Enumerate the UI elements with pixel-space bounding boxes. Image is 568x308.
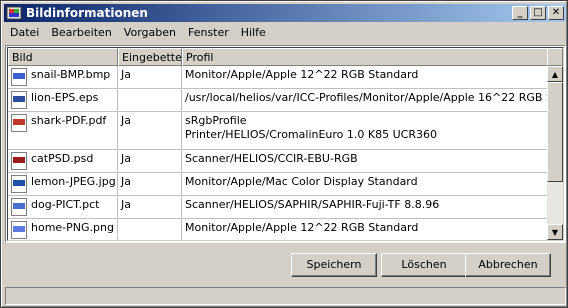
cell-profile: Monitor/Apple/Apple 12^22 RGB Standard (182, 219, 548, 240)
title-bar[interactable]: Bildinformationen _ □ ✕ (4, 4, 566, 22)
profile-text-secondary: Printer/HELIOS/CromalinEuro 1.0 K85 UCR3… (185, 128, 437, 141)
menu-bar: Datei Bearbeiten Vorgaben Fenster Hilfe (4, 23, 566, 42)
scroll-up-button[interactable]: ▲ (547, 66, 563, 82)
cell-profile: sRgbProfile Printer/HELIOS/CromalinEuro 1… (182, 112, 548, 149)
eps-file-icon (11, 91, 27, 109)
profile-text: Scanner/HELIOS/SAPHIR/SAPHIR-Fuji-TF 8.8… (185, 198, 440, 211)
table-row[interactable]: lion-EPS.eps/usr/local/helios/var/ICC-Pr… (8, 89, 548, 112)
minimize-button[interactable]: _ (512, 6, 528, 20)
image-table: Bild Eingebettet Profil snail-BMP.bmp Ja M… (5, 45, 566, 243)
pict-file-icon (11, 198, 27, 216)
header-corner (547, 48, 563, 66)
close-button[interactable]: ✕ (548, 6, 564, 20)
table-row[interactable]: shark-PDF.pdf Ja sRgbProfile Printer/HELIOS… (8, 112, 548, 150)
cell-bild: catPSD.psd (8, 150, 118, 172)
table-header: Bild Eingebettet Profil (8, 48, 548, 66)
table-body: snail-BMP.bmp Ja Monitor/Apple/Apple 12^22… (8, 66, 548, 240)
cell-bild: dog-PICT.pct (8, 196, 118, 218)
psd-file-icon (11, 152, 27, 170)
cell-embedded (118, 89, 182, 111)
pdf-file-icon (11, 114, 27, 132)
cell-embedded: Ja (118, 173, 182, 195)
delete-button[interactable]: Löschen (381, 253, 467, 277)
maximize-button[interactable]: □ (530, 6, 546, 20)
cancel-button[interactable]: Abbrechen (465, 253, 551, 277)
vertical-scrollbar[interactable]: ▲ ▼ (547, 66, 563, 240)
menu-vorgaben[interactable]: Vorgaben (118, 23, 182, 42)
file-name: catPSD.psd (31, 152, 94, 165)
profile-text: sRgbProfile (185, 114, 247, 127)
cell-embedded (118, 219, 182, 240)
column-header-bild[interactable]: Bild (8, 48, 118, 66)
cell-embedded: Ja (118, 66, 182, 88)
profile-text: /usr/local/helios/var/ICC-Profiles/Monit… (185, 91, 548, 104)
cell-embedded: Ja (118, 196, 182, 218)
profile-text: Monitor/Apple/Apple 12^22 RGB Standard (185, 221, 419, 234)
file-name: dog-PICT.pct (31, 198, 100, 211)
png-file-icon (11, 221, 27, 239)
table-row[interactable]: lemon-JPEG.jpg Ja Monitor/Apple/Mac Color … (8, 173, 548, 196)
jpeg-file-icon (11, 175, 27, 193)
cell-profile: Scanner/HELIOS/CCIR-EBU-RGB (182, 150, 548, 172)
profile-text: Monitor/Apple/Apple 12^22 RGB Standard (185, 68, 419, 81)
app-icon (6, 5, 22, 21)
file-name: lemon-JPEG.jpg (31, 175, 116, 188)
profile-text: Scanner/HELIOS/CCIR-EBU-RGB (185, 152, 358, 165)
dialog-window: Bildinformationen _ □ ✕ Datei Bearbeiten… (0, 0, 568, 308)
profile-text: Monitor/Apple/Mac Color Display Standard (185, 175, 418, 188)
menu-hilfe[interactable]: Hilfe (235, 23, 272, 42)
file-name: lion-EPS.eps (31, 91, 99, 104)
table-row[interactable]: snail-BMP.bmp Ja Monitor/Apple/Apple 12^22… (8, 66, 548, 89)
file-name: snail-BMP.bmp (31, 68, 111, 81)
cell-bild: home-PNG.png (8, 219, 118, 240)
menu-fenster[interactable]: Fenster (182, 23, 235, 42)
cell-profile: Monitor/Apple/Apple 12^22 RGB Standard (182, 66, 548, 88)
status-bar (5, 287, 566, 305)
scroll-down-button[interactable]: ▼ (547, 224, 563, 240)
column-header-eingebettet[interactable]: Eingebettet (118, 48, 182, 66)
cell-bild: lemon-JPEG.jpg (8, 173, 118, 195)
file-name: home-PNG.png (31, 221, 114, 234)
menu-bearbeiten[interactable]: Bearbeiten (45, 23, 117, 42)
cell-embedded: Ja (118, 112, 182, 149)
menu-datei[interactable]: Datei (4, 23, 45, 42)
table-row[interactable]: dog-PICT.pct Ja Scanner/HELIOS/SAPHIR/SAPH… (8, 196, 548, 219)
table-row[interactable]: catPSD.psd Ja Scanner/HELIOS/CCIR-EBU-RGB (8, 150, 548, 173)
cell-profile: /usr/local/helios/var/ICC-Profiles/Monit… (182, 89, 548, 111)
cell-bild: lion-EPS.eps (8, 89, 118, 111)
bmp-file-icon (11, 68, 27, 86)
scroll-thumb[interactable] (547, 82, 563, 182)
table-row[interactable]: home-PNG.png Monitor/Apple/Apple 12^22 RG… (8, 219, 548, 240)
window-title: Bildinformationen (26, 6, 148, 20)
file-name: shark-PDF.pdf (31, 114, 107, 127)
cell-embedded: Ja (118, 150, 182, 172)
cell-profile: Scanner/HELIOS/SAPHIR/SAPHIR-Fuji-TF 8.8… (182, 196, 548, 218)
cell-bild: snail-BMP.bmp (8, 66, 118, 88)
save-button[interactable]: Speichern (291, 253, 377, 277)
cell-profile: Monitor/Apple/Mac Color Display Standard (182, 173, 548, 195)
cell-bild: shark-PDF.pdf (8, 112, 118, 149)
column-header-profil[interactable]: Profil (182, 48, 548, 66)
